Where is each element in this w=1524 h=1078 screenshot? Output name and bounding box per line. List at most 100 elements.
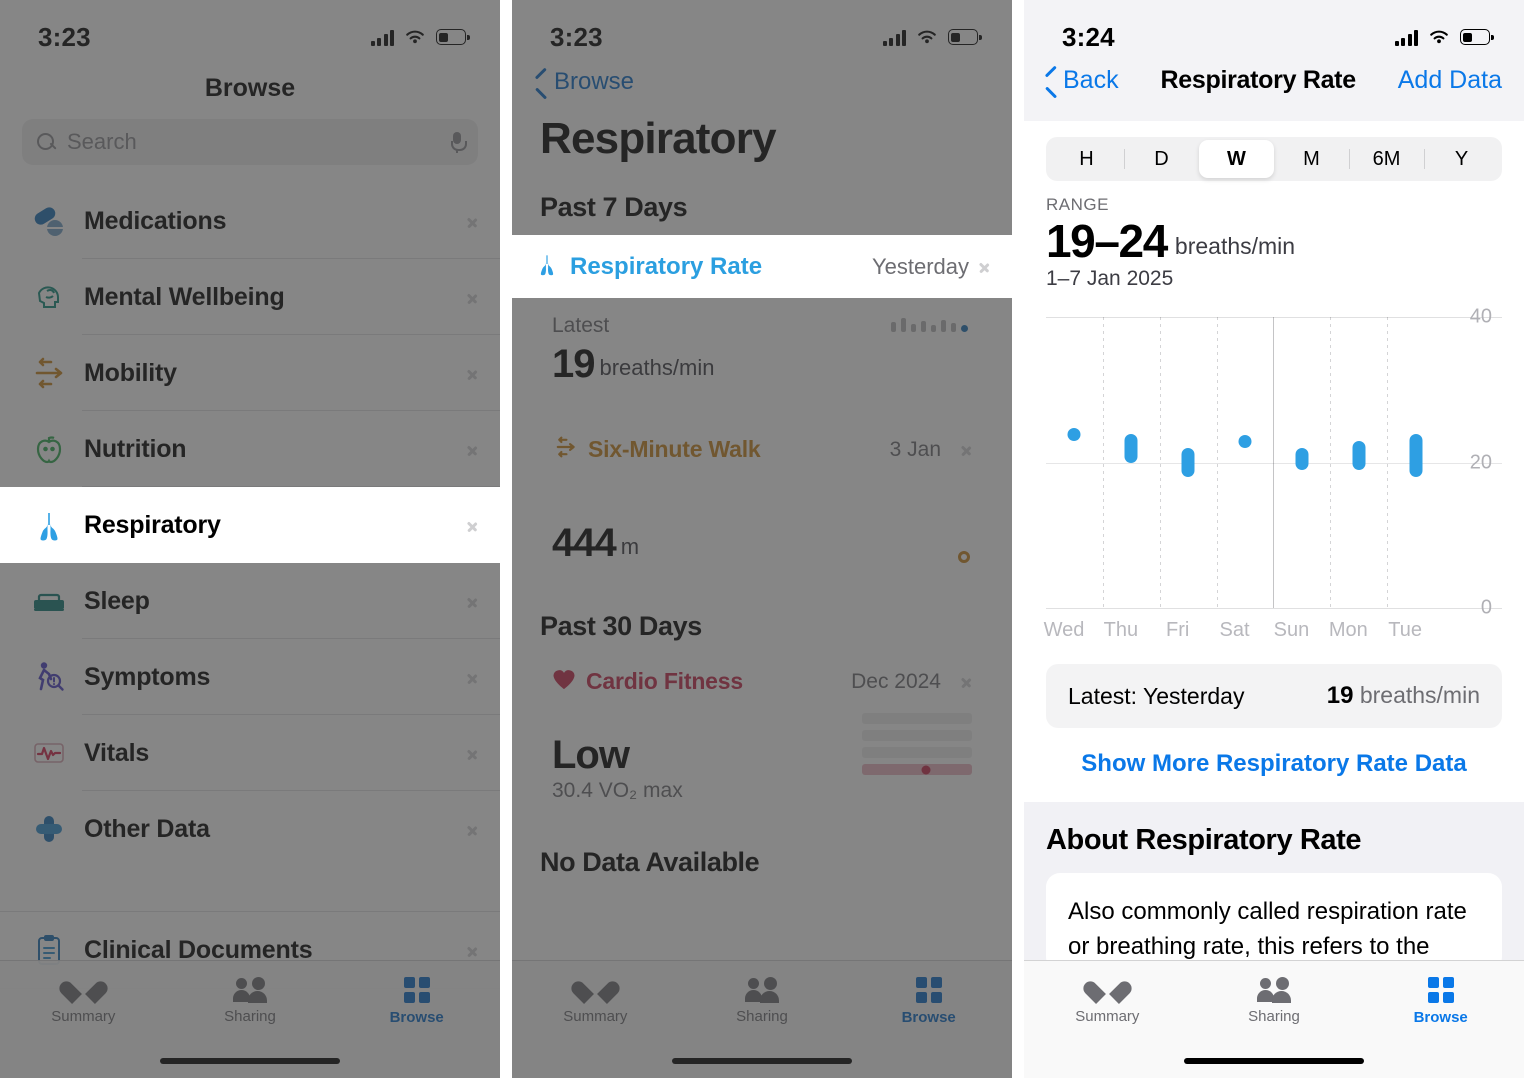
tab-label: Sharing [1248,1008,1300,1025]
tab-sharing[interactable]: Sharing [1191,977,1358,1025]
tab-sharing[interactable]: Sharing [167,977,334,1025]
tab-label: Browse [1413,1009,1468,1026]
list-group-gap [0,867,500,911]
screenshot-stage: 3:23 Browse Search Medications Mental We… [0,0,1524,1078]
back-button[interactable]: Browse [536,68,634,96]
segment-m[interactable]: M [1274,140,1349,178]
segment-6m[interactable]: 6M [1349,140,1424,178]
about-card: Also commonly called respiration rate or… [1046,873,1502,971]
tab-browse[interactable]: Browse [333,977,500,1026]
card-respiratory-rate-header[interactable]: Respiratory Rate Yesterday [512,235,1012,298]
add-data-button[interactable]: Add Data [1398,66,1502,95]
chevron-right-icon [979,257,990,276]
segment-d[interactable]: D [1124,140,1199,178]
latest-value: 19 [1326,682,1354,710]
card-no-data[interactable] [534,890,990,950]
apple-icon [28,431,70,467]
sidebar-item-other-data[interactable]: Other Data [0,791,500,867]
sidebar-item-respiratory[interactable]: Respiratory [0,487,500,563]
panel-browse: 3:23 Browse Search Medications Mental We… [0,0,500,1078]
latest-reading-pill[interactable]: Latest: Yesterday 19 breaths/min [1046,664,1502,729]
section-header-past-30-days: Past 30 Days [540,611,702,641]
sidebar-item-label: Medications [84,206,227,235]
walk-unit: m [620,534,640,559]
card-six-minute-walk[interactable]: Six-Minute Walk 3 Jan 444 m [534,420,990,589]
sidebar-item-mental-wellbeing[interactable]: Mental Wellbeing [0,259,500,335]
sidebar-item-label: Mobility [84,358,177,387]
tab-sharing[interactable]: Sharing [679,977,846,1025]
range-unit: breaths/min [1174,233,1296,260]
chart-bar [1067,427,1081,441]
card-cardio-fitness[interactable]: Cardio Fitness Dec 2024 Low 30.4 VO₂ max [534,654,990,825]
tab-summary[interactable]: Summary [1024,977,1191,1025]
search-input[interactable]: Search [22,119,478,165]
chart-bar [1181,448,1195,478]
cardio-detail: 30.4 VO₂ max [552,779,683,802]
card-respiratory-rate-body[interactable]: Latest 19 breaths/min [534,298,990,406]
range-label: RANGE [1046,195,1109,214]
people-icon [1257,977,1291,1003]
sidebar-item-vitals[interactable]: Vitals [0,715,500,791]
tab-label: Summary [1075,1008,1140,1025]
sidebar-item-label: Respiratory [84,510,221,539]
tab-summary[interactable]: Summary [0,977,167,1025]
section-header-no-data: No Data Available [540,847,760,877]
sidebar-item-medications[interactable]: Medications [0,183,500,259]
about-section: About Respiratory Rate Also commonly cal… [1024,802,1524,971]
back-button[interactable]: Back [1046,66,1119,95]
segment-w[interactable]: W [1199,140,1274,178]
tab-browse[interactable]: Browse [1357,977,1524,1026]
sidebar-item-symptoms[interactable]: Symptoms [0,639,500,715]
status-indicators [882,28,982,46]
sidebar-item-mobility[interactable]: Mobility [0,335,500,411]
segment-h[interactable]: H [1049,140,1124,178]
chevron-left-icon [536,71,548,93]
tab-browse[interactable]: Browse [845,977,1012,1026]
about-heading: About Respiratory Rate [1046,824,1362,857]
cellular-signal-icon [1394,29,1418,46]
sidebar-item-sleep[interactable]: Sleep [0,563,500,639]
status-time: 3:23 [550,21,603,52]
cellular-signal-icon [370,29,394,46]
battery-icon [948,29,982,45]
chart-gridline-vertical [1387,317,1389,609]
plus-cross-icon [28,811,70,847]
battery-icon [436,29,470,45]
status-bar: 3:24 [1024,0,1524,62]
latest-label: Latest: Yesterday [1068,682,1245,709]
chevron-right-icon [467,212,478,231]
segment-y[interactable]: Y [1424,140,1499,178]
bed-icon [28,583,70,619]
chart-x-tick: Thu [1103,619,1139,642]
heart-icon [1094,977,1121,1002]
status-time: 3:23 [38,21,91,52]
chart-gridline-vertical [1102,317,1104,609]
card-date: Dec 2024 [851,669,941,693]
sidebar-item-label: Nutrition [84,434,187,463]
chevron-right-icon [961,672,972,691]
show-more-data-link[interactable]: Show More Respiratory Rate Data [1024,728,1524,798]
latest-unit: breaths/min [1359,682,1480,709]
tab-label: Sharing [224,1008,276,1025]
time-range-segmented-control[interactable]: H D W M 6M Y [1046,137,1502,181]
mobility-arrows-icon [552,434,578,465]
range-date: 1–7 Jan 2025 [1046,267,1174,291]
search-icon [36,132,57,153]
status-indicators [370,28,470,46]
chart-x-tick: Wed [1043,619,1085,642]
tab-label: Sharing [736,1008,788,1025]
card-title: Six-Minute Walk [588,436,761,462]
sidebar-item-nutrition[interactable]: Nutrition [0,411,500,487]
home-indicator [1184,1058,1364,1064]
sparkline-chart [891,310,968,332]
search-placeholder: Search [67,129,137,154]
person-magnifier-icon [28,659,70,695]
chart-gridline-horizontal [1046,608,1502,610]
microphone-icon[interactable] [450,131,467,153]
tab-summary[interactable]: Summary [512,977,679,1025]
chart-bar [1238,435,1252,449]
heart-icon [582,977,609,1002]
brain-head-icon [28,279,70,315]
respiratory-rate-chart[interactable]: 0 20 40 Wed Thu Fri Sat Sun Mon Tue [1043,305,1502,650]
tab-label: Summary [51,1008,116,1025]
